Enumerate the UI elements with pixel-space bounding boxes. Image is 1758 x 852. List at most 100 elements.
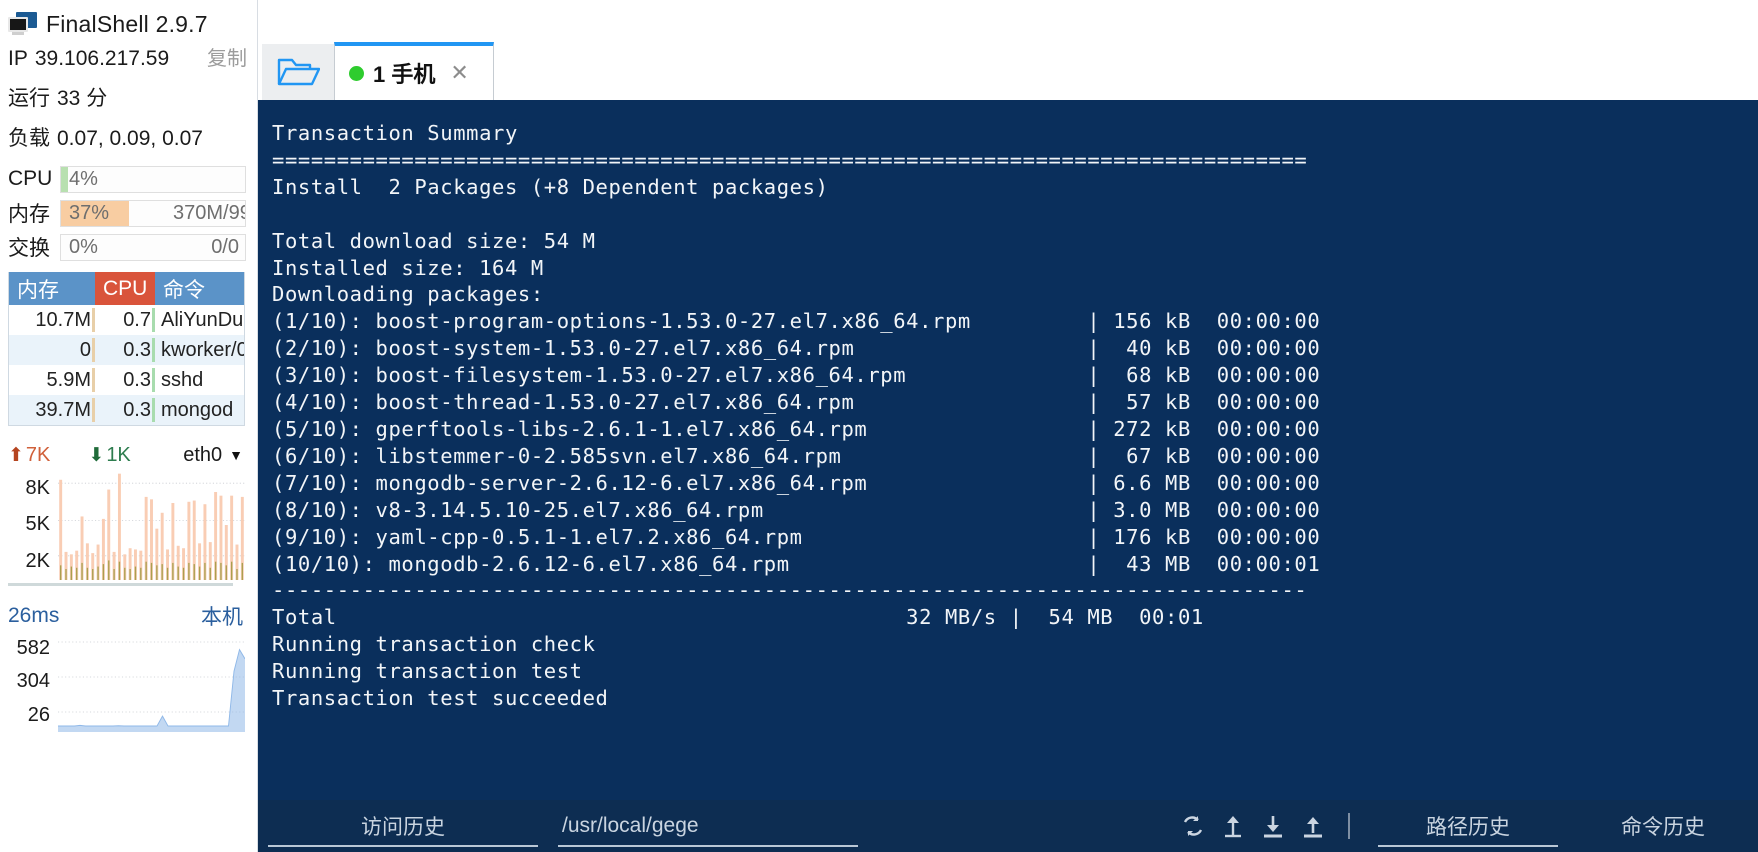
cpu-meter-row: CPU 4%	[0, 162, 257, 196]
app-title-row: FinalShell 2.9.7	[0, 0, 257, 42]
ip-value: 39.106.217.59	[34, 47, 170, 70]
visit-history-button[interactable]: 访问历史	[258, 800, 548, 852]
uptime-row: 运行 33 分	[0, 82, 257, 122]
cell-memory: 39.7M	[9, 395, 95, 425]
refresh-icon[interactable]	[1180, 813, 1206, 839]
upload-icon[interactable]	[1300, 813, 1326, 839]
cell-cpu: 0.3	[95, 335, 155, 365]
finalshell-window: FinalShell 2.9.7 IP 39.106.217.59 复制 运行 …	[0, 0, 1758, 852]
network-axis-tick: 5K	[25, 513, 50, 536]
parent-dir-icon[interactable]	[1220, 813, 1246, 839]
current-path[interactable]: /usr/local/gege	[548, 800, 868, 852]
latency-chart-plot	[58, 632, 245, 732]
ip-label: IP	[8, 47, 28, 70]
network-chart-yaxis: 8K 5K 2K	[0, 470, 56, 580]
copy-ip-button[interactable]: 复制	[207, 42, 247, 71]
load-value: 0.07, 0.09, 0.07	[57, 127, 203, 150]
cell-command: AliYunDun	[161, 308, 244, 331]
status-bar-divider	[1348, 813, 1350, 839]
cpu-meter-track: 4%	[60, 165, 246, 193]
chevron-down-icon: ▼	[229, 447, 243, 463]
sidebar: FinalShell 2.9.7 IP 39.106.217.59 复制 运行 …	[0, 0, 258, 852]
network-chart-header: ⬆ 7K ⬇ 1K eth0 ▼	[0, 440, 257, 470]
command-history-button[interactable]: 命令历史	[1568, 800, 1758, 852]
cell-cpu: 0.3	[95, 395, 155, 425]
swap-meter-detail: 0/0	[211, 235, 239, 258]
memory-meter-label: 内存	[8, 203, 50, 226]
green-dot-icon	[349, 65, 364, 81]
process-table-header: 内存 CPU 命令	[9, 272, 244, 305]
swap-meter-percent: 0%	[69, 235, 98, 258]
cpu-meter-label: CPU	[8, 167, 53, 190]
table-row[interactable]: 39.7M 0.3 mongod	[9, 395, 244, 425]
network-axis-tick: 8K	[25, 476, 50, 499]
network-chart-baseline	[8, 583, 233, 586]
download-icon[interactable]	[1260, 813, 1286, 839]
column-header-command[interactable]: 命令	[155, 272, 244, 305]
network-chart: 8K 5K 2K	[0, 470, 245, 586]
network-upload: ⬆ 7K	[8, 444, 50, 467]
open-folder-icon	[277, 58, 320, 86]
network-download-value: 1K	[106, 443, 131, 466]
terminal-scrollbar[interactable]	[258, 102, 262, 852]
cell-memory: 5.9M	[9, 365, 95, 395]
memory-meter-track: 37% 370M/992M	[60, 199, 246, 227]
network-download: ⬇ 1K	[88, 444, 130, 467]
arrow-up-icon: ⬆	[8, 444, 24, 466]
latency-chart-header: 26ms 本机	[0, 600, 257, 632]
uptime-label: 运行	[8, 87, 50, 110]
process-table-body: 10.7M0.7 AliYunDun 00.3 kworker/0 5.9M0.3 ssh…	[9, 305, 244, 425]
monitor-icon	[8, 11, 37, 37]
main-panel: 1 手机 ✕ Transaction Summary =============…	[258, 0, 1758, 852]
app-title: FinalShell 2.9.7	[46, 10, 208, 37]
network-axis-tick: 2K	[25, 550, 50, 573]
table-row[interactable]: 10.7M0.7 AliYunDun	[9, 305, 244, 335]
process-table[interactable]: 内存 CPU 命令 10.7M0.7 AliYunDun 00.3 kworker/0…	[8, 272, 245, 426]
cell-memory: 0	[9, 335, 95, 365]
latency-value: 26ms	[8, 604, 60, 627]
arrow-down-icon: ⬇	[88, 444, 105, 466]
network-interface-selector[interactable]: eth0 ▼	[183, 444, 243, 467]
column-header-memory[interactable]: 内存	[9, 272, 95, 305]
swap-meter-track: 0% 0/0	[60, 233, 246, 261]
terminal-panel[interactable]: Transaction Summary ====================…	[258, 100, 1758, 852]
close-icon[interactable]: ✕	[450, 60, 468, 86]
table-row[interactable]: 0 0.3 kworker/0	[9, 335, 244, 365]
cell-command: mongod	[161, 398, 234, 421]
table-row[interactable]: 5.9M 0.3 sshd	[9, 365, 244, 395]
cell-cpu: 0.3	[95, 365, 155, 395]
network-interface-label: eth0	[183, 443, 223, 466]
network-chart-block: ⬆ 7K ⬇ 1K eth0 ▼ 8K 5K 2K	[0, 440, 257, 586]
cell-memory: 10.7M	[9, 305, 95, 335]
cpu-meter-fill	[61, 166, 69, 192]
memory-meter-percent: 37%	[69, 201, 110, 224]
column-header-cpu[interactable]: CPU	[95, 272, 155, 305]
latency-axis-tick: 304	[16, 670, 50, 693]
path-history-button[interactable]: 路径历史	[1368, 800, 1568, 852]
latency-axis-tick: 26	[27, 703, 50, 726]
memory-meter-row: 内存 37% 370M/992M	[0, 196, 257, 230]
ip-row: IP 39.106.217.59 复制	[0, 42, 257, 82]
tab-1[interactable]: 1 手机 ✕	[334, 42, 494, 100]
network-upload-value: 7K	[25, 443, 51, 466]
latency-host-label[interactable]: 本机	[201, 601, 243, 631]
cell-command: kworker/0	[161, 338, 244, 361]
open-folder-button[interactable]	[262, 44, 334, 100]
load-row: 负载 0.07, 0.09, 0.07	[0, 122, 257, 162]
cpu-meter-percent: 4%	[69, 167, 98, 190]
latency-chart-block: 26ms 本机 582 304 26	[0, 600, 257, 732]
tab-strip: 1 手机 ✕	[258, 0, 1758, 100]
latency-chart-yaxis: 582 304 26	[0, 632, 56, 732]
swap-meter-row: 交换 0% 0/0	[0, 230, 257, 264]
network-chart-plot	[58, 470, 245, 580]
terminal-output[interactable]: Transaction Summary ====================…	[272, 120, 1758, 794]
load-label: 负载	[8, 127, 50, 150]
swap-meter-label: 交换	[8, 237, 50, 260]
status-bar-icons	[1170, 813, 1368, 839]
uptime-value: 33 分	[57, 87, 108, 110]
tab-label: 1 手机	[373, 62, 436, 87]
latency-chart: 582 304 26	[0, 632, 257, 732]
cell-command: sshd	[161, 368, 204, 391]
latency-axis-tick: 582	[16, 637, 50, 660]
cell-cpu: 0.7	[95, 305, 155, 335]
